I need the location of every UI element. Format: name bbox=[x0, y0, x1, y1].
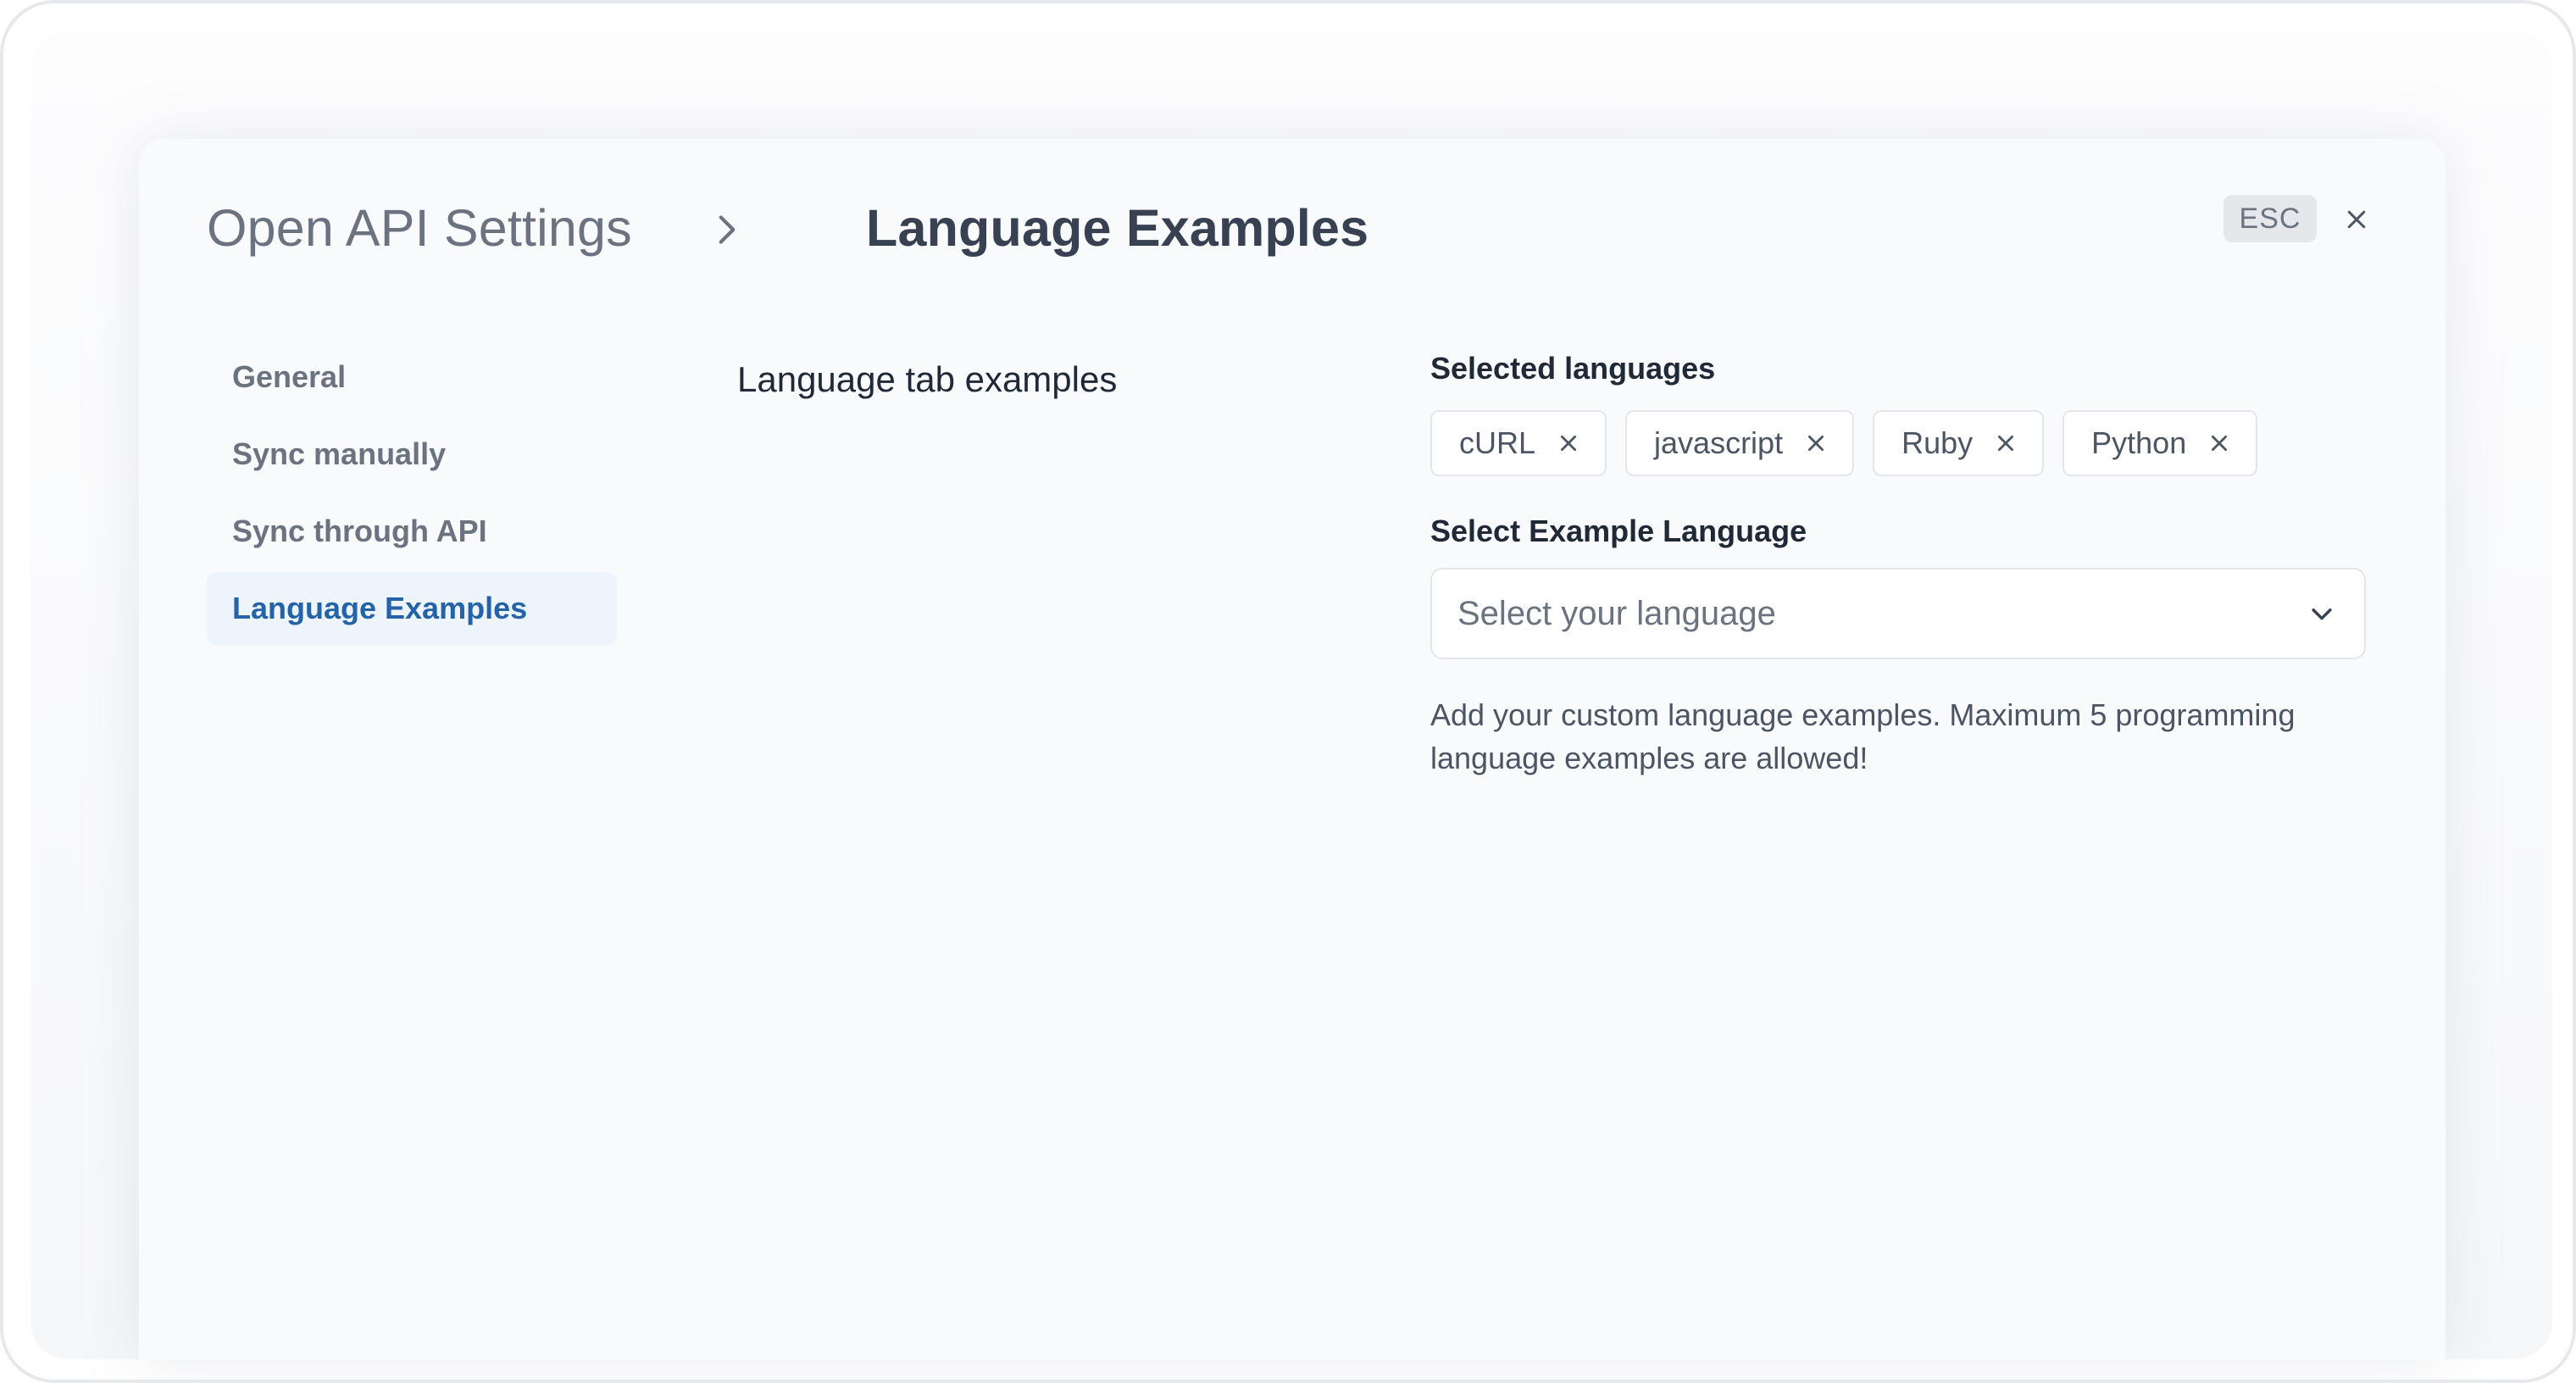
chip-label: Python bbox=[2091, 425, 2187, 460]
x-icon bbox=[1998, 436, 2014, 451]
chip-label: javascript bbox=[1654, 425, 1784, 460]
x-icon bbox=[1561, 436, 1577, 451]
help-text: Add your custom language examples. Maxim… bbox=[1430, 697, 2296, 775]
chevron-down-icon bbox=[2305, 597, 2339, 630]
sidebar-item-language-examples[interactable]: Language Examples bbox=[207, 572, 617, 645]
language-settings-panel: Selected languages cURL javascript Ruby bbox=[1430, 351, 2366, 780]
x-icon bbox=[2212, 436, 2228, 451]
language-select[interactable]: Select your language bbox=[1430, 568, 2366, 659]
language-chip-javascript: javascript bbox=[1625, 410, 1855, 476]
remove-chip-button[interactable] bbox=[2207, 430, 2232, 456]
settings-modal: Open API Settings Language Examples ESC … bbox=[139, 139, 2446, 1359]
select-placeholder: Select your language bbox=[1457, 594, 1776, 632]
breadcrumb-parent[interactable]: Open API Settings bbox=[207, 198, 632, 258]
sidebar-item-sync-manually[interactable]: Sync manually bbox=[207, 418, 617, 491]
remove-chip-button[interactable] bbox=[1556, 430, 1581, 456]
x-icon bbox=[1808, 436, 1824, 451]
section-title: Language tab examples bbox=[737, 359, 1118, 399]
sidebar-item-general[interactable]: General bbox=[207, 341, 617, 414]
chevron-right-icon bbox=[719, 215, 736, 244]
language-chip-ruby: Ruby bbox=[1873, 410, 2045, 476]
language-chip-python: Python bbox=[2062, 410, 2258, 476]
chip-label: cURL bbox=[1459, 425, 1536, 460]
modal-header: Open API Settings Language Examples bbox=[207, 192, 2378, 264]
app-frame: Open API Settings Language Examples ESC … bbox=[0, 0, 2576, 1383]
remove-chip-button[interactable] bbox=[1993, 430, 2018, 456]
language-chip-curl: cURL bbox=[1430, 410, 1607, 476]
selected-languages-list: cURL javascript Ruby Python bbox=[1430, 410, 2366, 476]
settings-sidebar: General Sync manually Sync through API L… bbox=[207, 341, 617, 649]
esc-key-badge: ESC bbox=[2223, 195, 2317, 242]
close-icon bbox=[2347, 210, 2366, 229]
page-title: Language Examples bbox=[866, 199, 1369, 257]
sidebar-item-sync-through-api[interactable]: Sync through API bbox=[207, 495, 617, 568]
selected-languages-label: Selected languages bbox=[1430, 351, 1716, 386]
select-language-label: Select Example Language bbox=[1430, 514, 1807, 548]
close-button[interactable] bbox=[2335, 198, 2378, 241]
chip-label: Ruby bbox=[1901, 425, 1974, 460]
remove-chip-button[interactable] bbox=[1803, 430, 1829, 456]
